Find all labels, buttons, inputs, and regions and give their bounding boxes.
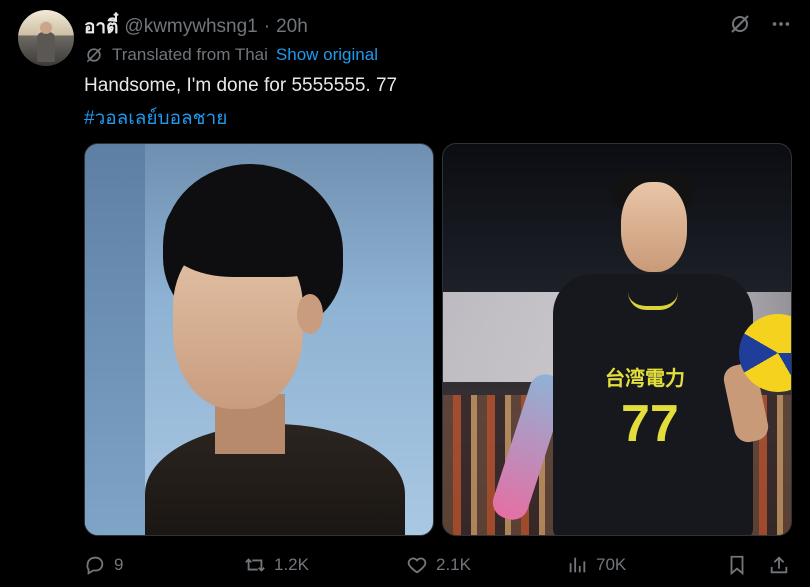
tweet-header: อาตี๋ @kwmywhsng1 · 20h <box>84 12 308 42</box>
share-button[interactable] <box>768 554 790 576</box>
views-button[interactable]: 70K <box>566 554 626 576</box>
photo-left[interactable] <box>84 143 434 536</box>
bookmark-button[interactable] <box>726 554 748 576</box>
photo-right[interactable]: 台湾電力 77 <box>442 143 792 536</box>
reply-count: 9 <box>114 555 124 574</box>
retweet-count: 1.2K <box>274 555 309 574</box>
show-original-link[interactable]: Show original <box>276 45 378 65</box>
jersey-number: 77 <box>621 395 679 453</box>
photo-background <box>85 144 145 535</box>
tweet-text: Handsome, I'm done for 5555555. 77 <box>84 75 398 96</box>
translate-icon <box>84 45 104 65</box>
translation-bar: Translated from Thai Show original <box>84 45 378 65</box>
media-grid: 台湾電力 77 <box>84 143 792 536</box>
retweet-button[interactable]: 1.2K <box>244 554 309 576</box>
action-bar: 9 1.2K 2.1K 70K <box>84 554 794 580</box>
views-icon <box>566 554 588 576</box>
avatar-figure <box>37 32 55 62</box>
reply-button[interactable]: 9 <box>84 554 123 576</box>
photo-fringe <box>165 182 335 277</box>
separator-dot: · <box>263 16 271 37</box>
photo-athlete-head <box>621 182 687 272</box>
view-count: 70K <box>596 555 627 574</box>
share-icon <box>768 554 790 576</box>
heart-icon <box>406 554 428 576</box>
reply-icon <box>84 554 106 576</box>
user-handle[interactable]: @kwmywhsng1 <box>124 16 257 38</box>
tweet-top-actions <box>728 12 792 36</box>
grok-icon[interactable] <box>728 12 752 36</box>
jersey-text: 台湾電力 <box>605 366 685 390</box>
timestamp[interactable]: 20h <box>276 16 308 38</box>
photo-ear <box>297 294 323 334</box>
hashtag-link[interactable]: #วอลเลย์บอลชาย <box>84 103 227 133</box>
avatar-head <box>40 22 52 34</box>
translated-label: Translated from Thai <box>112 45 268 64</box>
retweet-icon <box>244 554 266 576</box>
like-button[interactable]: 2.1K <box>406 554 471 576</box>
display-name[interactable]: อาตี๋ <box>84 12 118 42</box>
more-icon[interactable] <box>770 13 792 35</box>
bookmark-icon <box>726 554 748 576</box>
avatar[interactable] <box>18 10 74 66</box>
like-count: 2.1K <box>436 555 471 574</box>
